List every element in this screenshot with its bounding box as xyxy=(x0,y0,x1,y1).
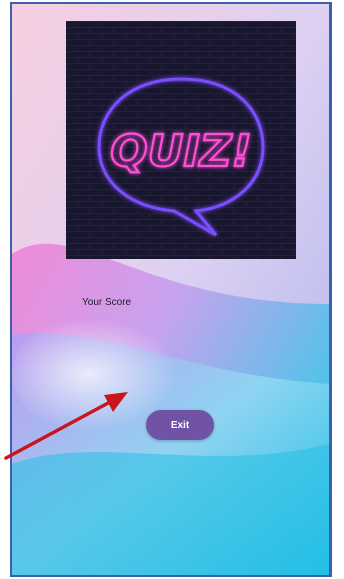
phone-screen: QUIZ! Your Score Exit xyxy=(10,2,332,577)
quiz-neon-image: QUIZ! xyxy=(66,21,296,259)
neon-quiz-illustration: QUIZ! xyxy=(66,21,296,259)
page: QUIZ! Your Score Exit xyxy=(0,0,344,579)
exit-button[interactable]: Exit xyxy=(146,410,214,440)
your-score-label: Your Score xyxy=(82,297,132,308)
quiz-neon-text: QUIZ! xyxy=(110,126,251,177)
